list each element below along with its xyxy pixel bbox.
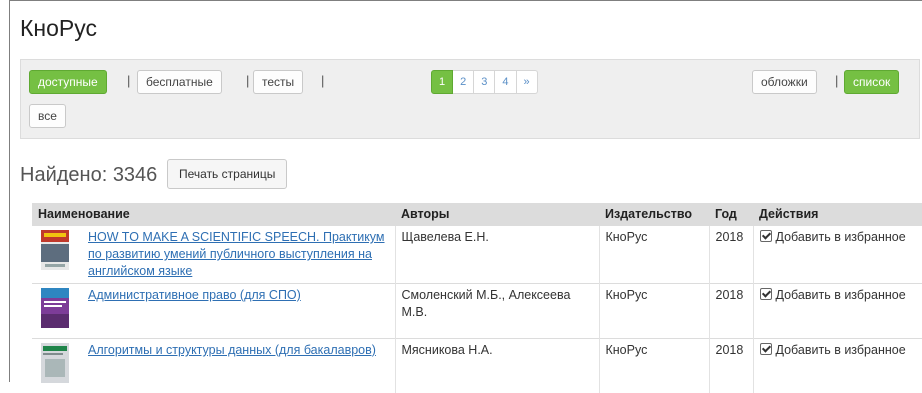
results-count: Найдено: 3346	[20, 164, 157, 187]
book-cover-image[interactable]	[41, 230, 69, 270]
book-cover-image[interactable]	[41, 343, 69, 383]
column-header-actions: Действия	[753, 203, 922, 226]
publisher-cell: КноРус	[599, 284, 709, 339]
favorite-checkbox[interactable]	[760, 343, 772, 355]
table-header-row: Наименование Авторы Издательство Год Дей…	[32, 203, 922, 226]
book-name-cell: Алгоритмы и структуры данных (для бакала…	[32, 339, 395, 393]
publisher-cell: КноРус	[599, 226, 709, 284]
page-3-button[interactable]: 3	[474, 70, 495, 94]
table-row: HOW TO MAKE A SCIENTIFIC SPEECH. Практик…	[32, 226, 922, 284]
catalog-panel: КноРус доступные | бесплатные | тесты | …	[9, 0, 922, 382]
separator: |	[127, 73, 130, 88]
authors-cell: Мясникова Н.А.	[395, 339, 599, 393]
favorite-checkbox[interactable]	[760, 230, 772, 242]
book-cover-image[interactable]	[41, 288, 69, 328]
table-row: Административное право (для СПО) Смоленс…	[32, 284, 922, 339]
page-2-button[interactable]: 2	[453, 70, 474, 94]
table-row: Алгоритмы и структуры данных (для бакала…	[32, 339, 922, 393]
filter-all-button[interactable]: все	[29, 104, 66, 128]
page-4-button[interactable]: 4	[495, 70, 516, 94]
filter-toolbar: доступные | бесплатные | тесты | все 1 2…	[20, 59, 920, 139]
page-title: КноРус	[20, 15, 97, 42]
page-1-button[interactable]: 1	[431, 70, 453, 94]
add-to-favorites-label[interactable]: Добавить в избранное	[776, 288, 906, 302]
view-list-button[interactable]: список	[844, 70, 899, 94]
filter-tests-button[interactable]: тесты	[253, 70, 303, 94]
separator: |	[321, 73, 324, 88]
column-header-publisher[interactable]: Издательство	[599, 203, 709, 226]
book-name-cell: HOW TO MAKE A SCIENTIFIC SPEECH. Практик…	[32, 226, 395, 284]
actions-cell: Добавить в избранное	[753, 226, 922, 284]
separator: |	[246, 73, 249, 88]
favorite-checkbox[interactable]	[760, 288, 772, 300]
year-cell: 2018	[709, 226, 753, 284]
column-header-name[interactable]: Наименование	[32, 203, 395, 226]
year-cell: 2018	[709, 339, 753, 393]
filter-available-button[interactable]: доступные	[29, 70, 107, 94]
column-header-authors[interactable]: Авторы	[395, 203, 599, 226]
actions-cell: Добавить в избранное	[753, 339, 922, 393]
book-title-link[interactable]: HOW TO MAKE A SCIENTIFIC SPEECH. Практик…	[88, 230, 385, 278]
filter-free-button[interactable]: бесплатные	[137, 70, 222, 94]
column-header-year[interactable]: Год	[709, 203, 753, 226]
add-to-favorites-label[interactable]: Добавить в избранное	[776, 343, 906, 357]
books-table: Наименование Авторы Издательство Год Дей…	[32, 203, 922, 393]
book-title-link[interactable]: Административное право (для СПО)	[88, 288, 301, 302]
pagination: 1 2 3 4 »	[431, 70, 538, 94]
book-title-link[interactable]: Алгоритмы и структуры данных (для бакала…	[88, 343, 376, 357]
actions-cell: Добавить в избранное	[753, 284, 922, 339]
print-page-button[interactable]: Печать страницы	[167, 159, 287, 189]
book-name-cell: Административное право (для СПО)	[32, 284, 395, 339]
publisher-cell: КноРус	[599, 339, 709, 393]
authors-cell: Смоленский М.Б., Алексеева М.В.	[395, 284, 599, 339]
next-page-button[interactable]: »	[517, 70, 538, 94]
view-covers-button[interactable]: обложки	[752, 70, 817, 94]
authors-cell: Щавелева Е.Н.	[395, 226, 599, 284]
year-cell: 2018	[709, 284, 753, 339]
separator: |	[835, 73, 838, 88]
add-to-favorites-label[interactable]: Добавить в избранное	[776, 230, 906, 244]
